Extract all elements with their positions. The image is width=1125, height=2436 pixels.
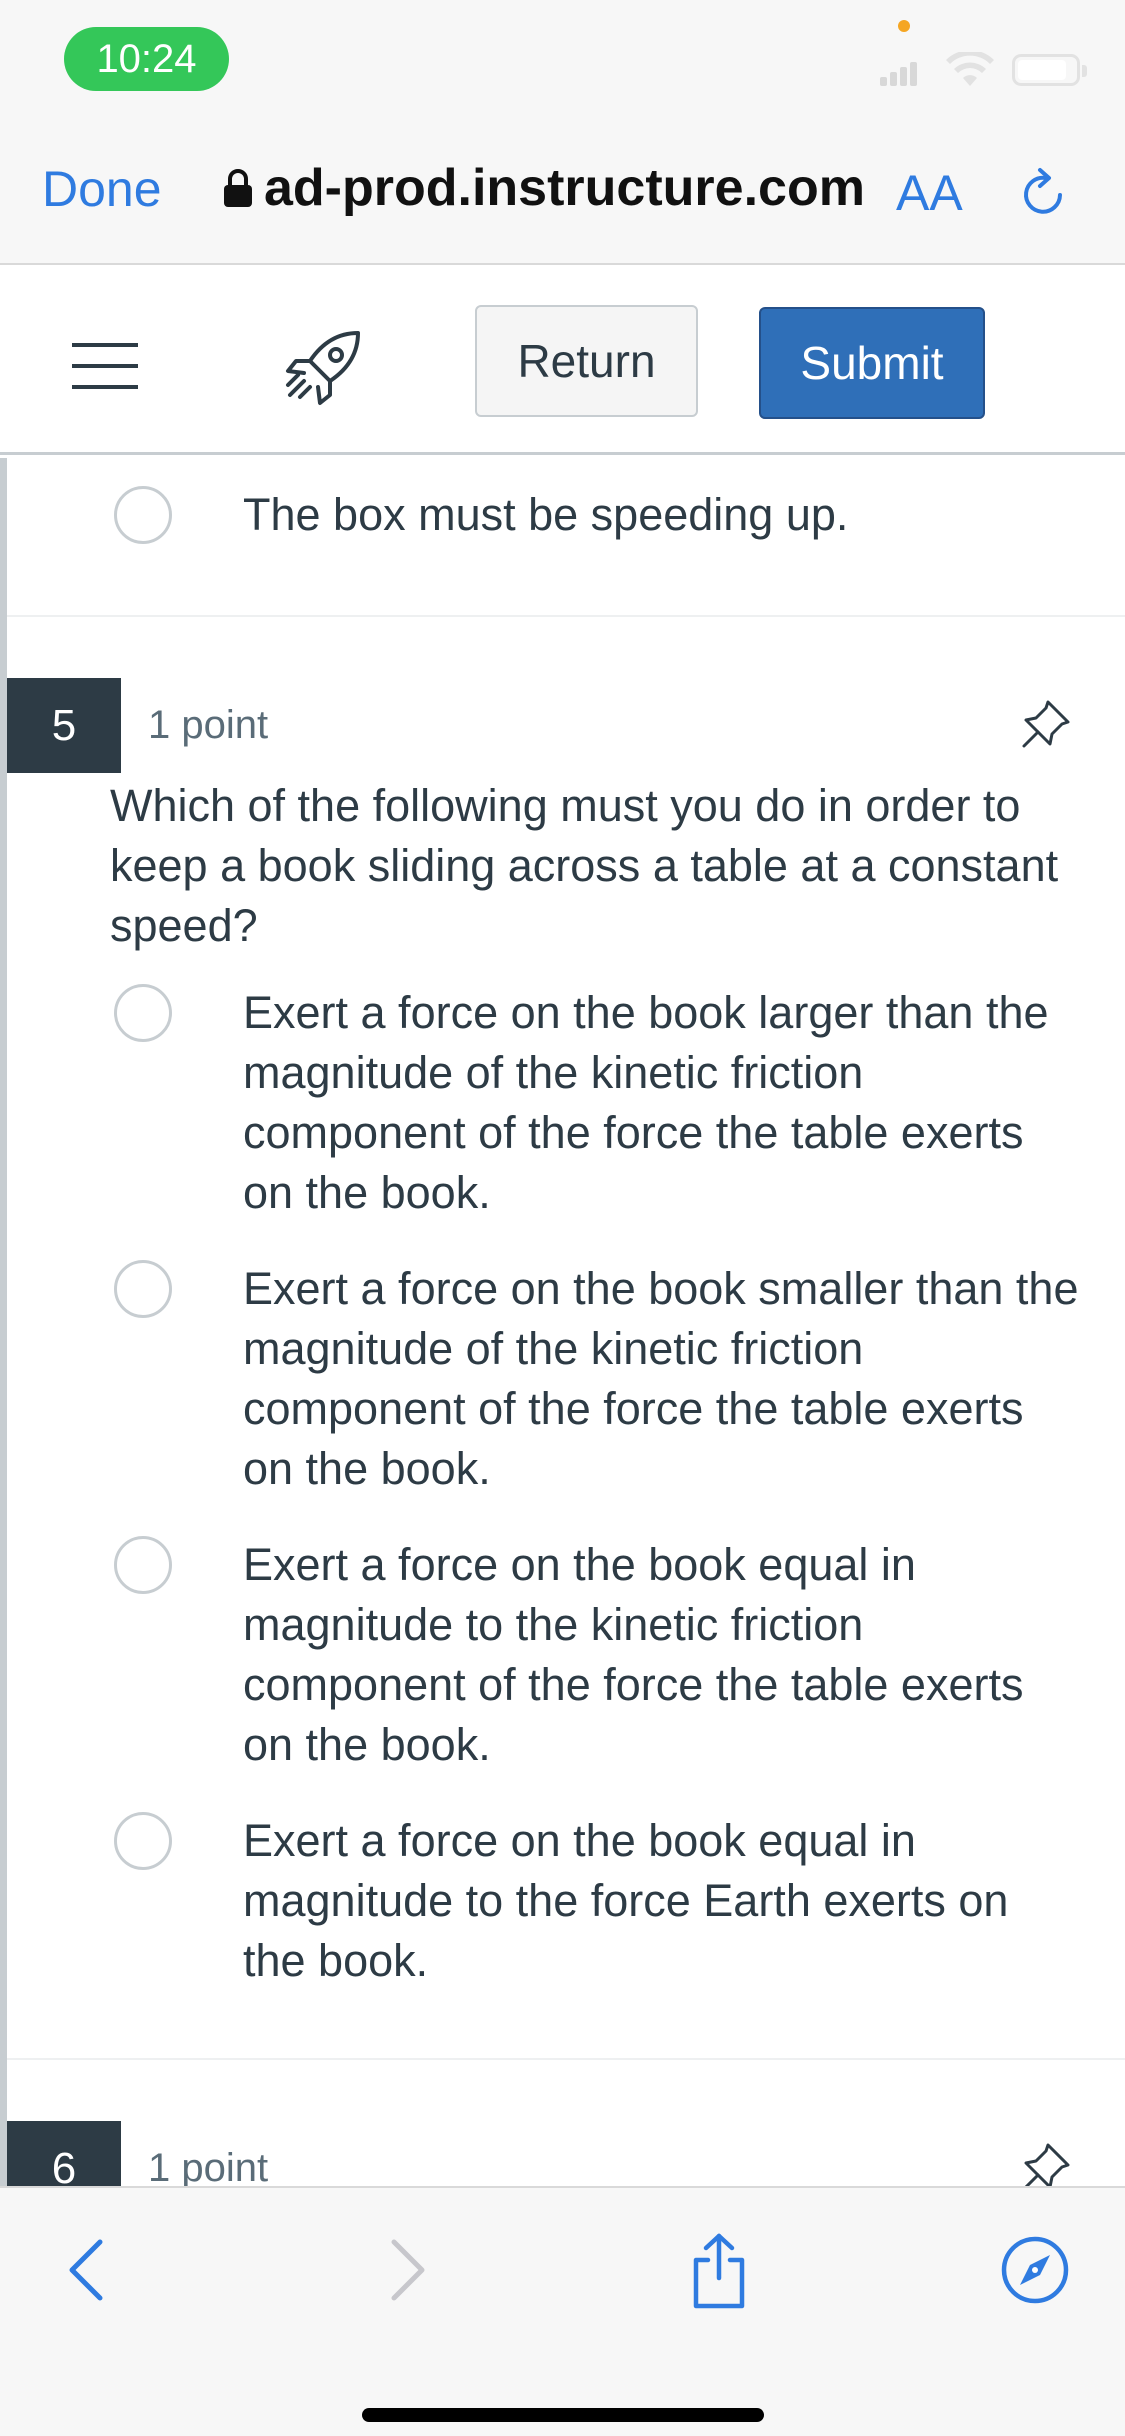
answer-label-4: Exert a force on the book equal in magni… <box>243 1815 1009 1986</box>
url-bar[interactable]: ad-prod.instructure.com <box>222 158 865 218</box>
answer-label-2: Exert a force on the book smaller than t… <box>243 1263 1079 1494</box>
text-size-button[interactable]: AA <box>896 164 963 222</box>
submit-button[interactable]: Submit <box>759 307 985 419</box>
return-button[interactable]: Return <box>475 305 698 417</box>
question-number: 6 <box>7 2121 121 2186</box>
lock-icon <box>224 169 252 207</box>
menu-icon[interactable] <box>72 343 138 389</box>
prev-answer-label: The box must be speeding up. <box>243 489 849 540</box>
radio-answer-2[interactable] <box>114 1260 172 1318</box>
radio-prev-answer[interactable] <box>114 486 172 544</box>
pin-icon[interactable] <box>1018 2139 1074 2186</box>
question-points: 1 point <box>148 703 269 747</box>
cellular-signal-icon <box>880 58 920 86</box>
question-divider <box>7 615 1125 617</box>
question-number: 5 <box>7 678 121 773</box>
reload-icon[interactable] <box>1012 164 1074 226</box>
compass-icon[interactable] <box>1000 2230 1070 2310</box>
answer-label-3: Exert a force on the book equal in magni… <box>243 1539 1024 1770</box>
answer-label-1: Exert a force on the book larger than th… <box>243 987 1049 1218</box>
status-bar: 10:24 <box>0 0 1125 120</box>
quiz-header: Return Submit <box>0 267 1125 455</box>
radio-answer-1[interactable] <box>114 984 172 1042</box>
left-border <box>0 458 7 2186</box>
status-time: 10:24 <box>64 27 229 91</box>
radio-answer-4[interactable] <box>114 1812 172 1870</box>
question-text: Which of the following must you do in or… <box>110 780 1059 951</box>
radio-answer-3[interactable] <box>114 1536 172 1594</box>
home-indicator[interactable] <box>362 2408 764 2422</box>
quiz-content[interactable]: The box must be speeding up. 5 1 point W… <box>0 458 1125 2186</box>
pin-icon[interactable] <box>1018 696 1074 752</box>
wifi-icon <box>946 52 994 86</box>
share-icon[interactable] <box>684 2230 754 2310</box>
url-text: ad-prod.instructure.com <box>264 159 865 217</box>
forward-icon[interactable] <box>372 2230 442 2310</box>
battery-icon <box>1012 54 1087 86</box>
back-icon[interactable] <box>52 2230 122 2310</box>
question-divider <box>7 2058 1125 2060</box>
question-points: 1 point <box>148 2146 269 2186</box>
browser-nav-bar: Done ad-prod.instructure.com AA <box>0 120 1125 265</box>
browser-toolbar <box>0 2186 1125 2436</box>
done-button[interactable]: Done <box>42 160 162 218</box>
privacy-indicator-dot <box>898 20 910 32</box>
rocket-icon[interactable] <box>280 325 366 411</box>
